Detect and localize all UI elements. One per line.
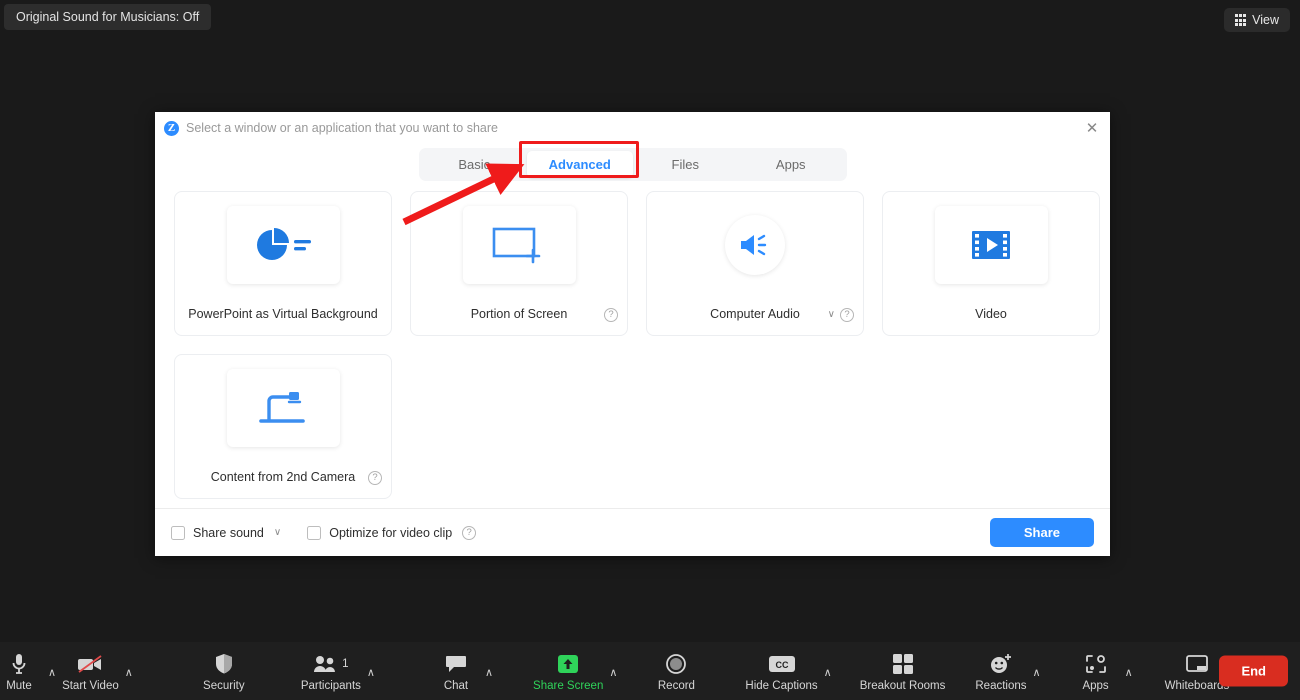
share-button[interactable]: Share [989, 518, 1094, 547]
pie-chart-icon [257, 228, 311, 260]
share-option-portion-of-screen[interactable]: Portion of Screen ? [410, 191, 628, 336]
grid-icon [1234, 14, 1247, 26]
document-camera-icon [259, 392, 305, 423]
toolbar-item-hide-captions[interactable]: CC Hide Captions [741, 642, 821, 700]
help-icon[interactable]: ? [368, 471, 382, 485]
toolbar-label: Participants [300, 679, 361, 692]
tab-list: Basic Advanced Files Apps [418, 148, 847, 181]
speaker-icon [741, 234, 767, 256]
card-label: PowerPoint as Virtual Background [188, 307, 378, 321]
toolbar-label: Apps [1082, 679, 1109, 692]
toolbar-label: Reactions [975, 679, 1027, 692]
rectangle-plus-icon [492, 227, 541, 264]
share-options-body: PowerPoint as Virtual Background Portion… [155, 191, 1110, 508]
shield-icon [214, 651, 234, 677]
participant-count: 1 [342, 657, 349, 670]
toolbar-caret-video[interactable]: ∧ [125, 642, 133, 700]
toolbar-label: Record [657, 679, 695, 692]
svg-text:CC: CC [775, 660, 788, 670]
chevron-down-icon[interactable]: ∨ [828, 309, 835, 320]
share-options-grid: PowerPoint as Virtual Background Portion… [165, 191, 1100, 499]
tab-files[interactable]: Files [633, 151, 739, 178]
card-label: Video [975, 307, 1007, 321]
share-screen-dialog: Z Select a window or an application that… [155, 112, 1110, 556]
whiteboard-icon [1185, 651, 1209, 677]
share-sound-chevron-icon[interactable]: ∨ [274, 527, 281, 538]
toolbar-items: Mute ∧ Start Video ∧ Security 1 Particip… [0, 642, 1245, 700]
optimize-label: Optimize for video clip [329, 525, 453, 540]
view-button-label: View [1252, 13, 1279, 27]
toolbar-label: Security [203, 679, 245, 692]
help-icon[interactable]: ? [462, 525, 477, 540]
toolbar-item-apps[interactable]: Apps [1069, 642, 1123, 700]
film-strip-icon [972, 231, 1010, 259]
toolbar-caret-reactions[interactable]: ∧ [1033, 642, 1041, 700]
end-meeting-button[interactable]: End [1219, 655, 1288, 687]
toolbar-item-chat[interactable]: Chat [429, 642, 483, 700]
view-button[interactable]: View [1223, 8, 1290, 32]
share-option-powerpoint-virtual-background[interactable]: PowerPoint as Virtual Background [174, 191, 392, 336]
toolbar-caret-captions[interactable]: ∧ [824, 642, 832, 700]
dialog-title: Select a window or an application that y… [186, 121, 498, 135]
zoom-meeting-screen: Original Sound for Musicians: Off View Z… [0, 0, 1300, 700]
toolbar-label: Start Video [62, 679, 119, 692]
close-icon[interactable]: ✕ [1084, 120, 1100, 136]
toolbar-caret-chat[interactable]: ∧ [485, 642, 493, 700]
help-icon[interactable]: ? [840, 308, 854, 322]
toolbar-item-security[interactable]: Security [197, 642, 251, 700]
dialog-title-bar: Z Select a window or an application that… [155, 112, 1110, 144]
toolbar-label: Share Screen [533, 679, 604, 692]
toolbar-item-mute[interactable]: Mute [0, 642, 46, 700]
participants-icon: 1 [313, 651, 349, 677]
original-sound-badge: Original Sound for Musicians: Off [4, 4, 212, 30]
breakout-rooms-icon [892, 651, 914, 677]
microphone-icon [11, 651, 27, 677]
toolbar-caret-share-screen[interactable]: ∧ [609, 642, 617, 700]
toolbar-item-start-video[interactable]: Start Video [58, 642, 123, 700]
toolbar-item-record[interactable]: Record [649, 642, 703, 700]
help-icon[interactable]: ? [604, 308, 618, 322]
share-sound-checkbox[interactable]: Share sound [171, 525, 264, 540]
toolbar-item-reactions[interactable]: Reactions [971, 642, 1030, 700]
meeting-toolbar: Mute ∧ Start Video ∧ Security 1 Particip… [0, 642, 1300, 700]
share-option-computer-audio[interactable]: Computer Audio ∨ ? [646, 191, 864, 336]
checkbox-box[interactable] [307, 525, 322, 540]
tab-advanced[interactable]: Advanced [527, 151, 633, 178]
card-label: Content from 2nd Camera [210, 470, 356, 484]
toolbar-item-participants[interactable]: 1 Participants [297, 642, 365, 700]
thumbnail [934, 206, 1048, 284]
toolbar-label: Breakout Rooms [859, 679, 946, 692]
share-option-video[interactable]: Video [882, 191, 1100, 336]
tab-basic[interactable]: Basic [422, 151, 528, 178]
thumbnail [226, 206, 340, 284]
toolbar-caret-mute[interactable]: ∧ [48, 642, 56, 700]
video-off-icon [77, 651, 103, 677]
record-icon [665, 651, 687, 677]
toolbar-label: Mute [6, 679, 32, 692]
thumbnail [725, 215, 785, 275]
toolbar-item-breakout-rooms[interactable]: Breakout Rooms [856, 642, 950, 700]
thumbnail [462, 206, 576, 284]
toolbar-label: Hide Captions [745, 679, 818, 692]
optimize-video-checkbox[interactable]: Optimize for video clip [307, 525, 453, 540]
share-screen-icon [556, 651, 580, 677]
share-sound-label: Share sound [193, 525, 264, 540]
reactions-icon [989, 651, 1013, 677]
thumbnail [226, 369, 340, 447]
tab-apps[interactable]: Apps [738, 151, 844, 178]
tab-bar: Basic Advanced Files Apps [155, 144, 1110, 191]
closed-caption-icon: CC [768, 651, 796, 677]
card-label: Portion of Screen [470, 307, 568, 321]
share-option-content-2nd-camera[interactable]: Content from 2nd Camera ? [174, 354, 392, 499]
checkbox-box[interactable] [171, 525, 185, 540]
toolbar-caret-apps[interactable]: ∧ [1125, 642, 1133, 700]
zoom-logo-icon: Z [164, 120, 179, 136]
chat-bubble-icon [445, 651, 467, 677]
toolbar-item-share-screen[interactable]: Share Screen [529, 642, 607, 700]
apps-icon [1085, 651, 1107, 677]
dialog-footer: Share sound ∨ Optimize for video clip ? … [155, 508, 1110, 556]
toolbar-label: Chat [443, 679, 469, 692]
toolbar-caret-participants[interactable]: ∧ [367, 642, 375, 700]
